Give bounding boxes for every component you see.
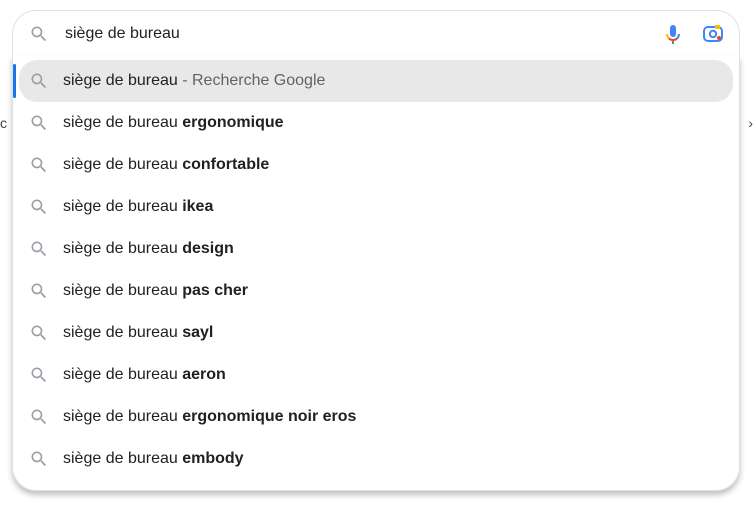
suggestion-text: siège de bureau aeron [63,366,226,384]
suggestion-row[interactable]: siège de bureau aeron [13,354,739,396]
page-fragment-right: › [748,115,753,131]
suggestions-dropdown: siège de bureau - Recherche Google siège … [12,56,740,491]
suggestion-text: siège de bureau - Recherche Google [63,72,325,90]
search-icon [29,281,49,301]
suggestion-row[interactable]: siège de bureau confortable [13,144,739,186]
suggestion-row[interactable]: siège de bureau ergonomique [13,102,739,144]
search-input[interactable] [63,24,661,44]
suggestion-text: siège de bureau ergonomique noir eros [63,408,356,426]
suggestion-text: siège de bureau design [63,240,234,258]
suggestion-text: siège de bureau sayl [63,324,213,342]
search-autocomplete: siège de bureau - Recherche Google siège … [12,10,740,491]
voice-search-icon[interactable] [661,22,685,46]
search-icon [29,155,49,175]
suggestion-row[interactable]: siège de bureau ergonomique noir eros [13,396,739,438]
suggestion-row[interactable]: siège de bureau embody [13,438,739,480]
page-fragment-left: c [0,115,7,131]
search-icon [29,449,49,469]
search-icon [29,71,49,91]
suggestion-text: siège de bureau embody [63,450,244,468]
search-icon [29,323,49,343]
suggestion-row[interactable]: siège de bureau - Recherche Google [19,60,733,102]
suggestion-text: siège de bureau confortable [63,156,269,174]
search-icon [29,113,49,133]
search-icon [29,365,49,385]
suggestion-row[interactable]: siège de bureau ikea [13,186,739,228]
search-icon [29,239,49,259]
suggestion-row[interactable]: siège de bureau sayl [13,312,739,354]
suggestion-text: siège de bureau pas cher [63,282,248,300]
search-icon [29,197,49,217]
search-icon [29,24,49,44]
search-icon [29,407,49,427]
suggestion-row[interactable]: siège de bureau design [13,228,739,270]
suggestion-text: siège de bureau ikea [63,198,213,216]
suggestion-row[interactable]: siège de bureau pas cher [13,270,739,312]
image-search-icon[interactable] [701,22,725,46]
search-box[interactable] [12,10,740,56]
suggestion-text: siège de bureau ergonomique [63,114,284,132]
